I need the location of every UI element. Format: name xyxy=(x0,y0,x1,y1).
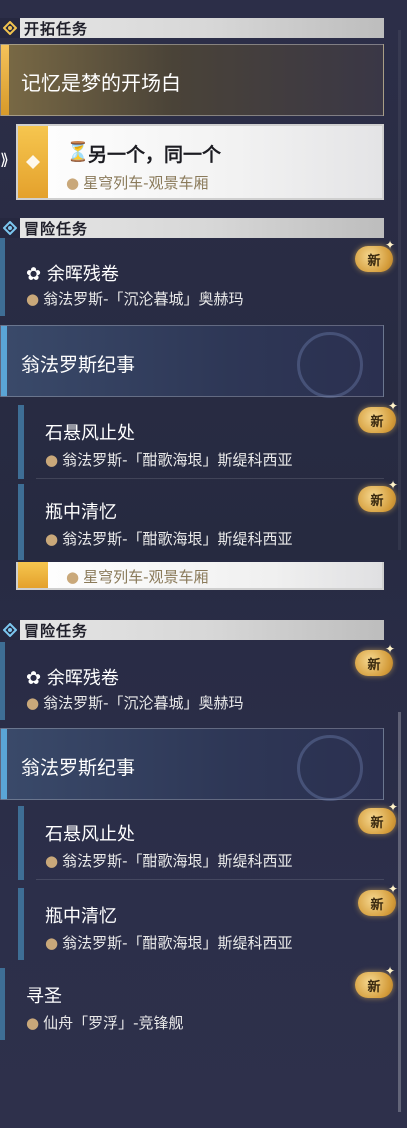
map-pin-icon: ● xyxy=(26,694,40,712)
new-badge-icon: 新 ✦ xyxy=(355,964,395,998)
new-badge-icon: 新 ✦ xyxy=(358,399,398,433)
diamond-icon xyxy=(0,218,20,238)
mission-location: ● 翁法罗斯-「沉沦暮城」奥赫玛 xyxy=(26,694,244,712)
series-header[interactable]: 翁法罗斯纪事 xyxy=(0,728,384,801)
adventure-section-header: 冒险任务 xyxy=(0,218,384,238)
mission-title: 寻圣 xyxy=(26,986,62,1007)
mission-item[interactable]: ✿ 余晖残卷 ● 翁法罗斯-「沉沦暮城」奥赫玛 新 ✦ xyxy=(0,238,395,316)
mission-emblem-icon xyxy=(18,126,48,198)
mission-location: ● 翁法罗斯-「酣歌海垠」斯缇科西亚 xyxy=(45,934,293,952)
mission-title: 瓶中清忆 xyxy=(45,906,117,927)
mission-type-icon: ✿ xyxy=(26,264,42,285)
new-badge-icon: 新 ✦ xyxy=(358,800,398,834)
new-badge-icon: 新 ✦ xyxy=(355,642,395,676)
mission-card-selected[interactable]: ⏳ 另一个，同一个 ● 星穹列车-观景车厢 xyxy=(16,124,384,200)
scrollbar-track[interactable] xyxy=(398,30,401,550)
mission-card-selected[interactable]: ● 星穹列车-观景车厢 xyxy=(16,562,384,590)
selected-arrow-icon: ⟫ xyxy=(0,150,9,169)
mission-item[interactable]: ✿ 余晖残卷 ● 翁法罗斯-「沉沦暮城」奥赫玛 新 ✦ xyxy=(0,642,395,720)
series-emblem-icon xyxy=(297,332,363,398)
mission-location: ● 翁法罗斯-「酣歌海垠」斯缇科西亚 xyxy=(45,852,293,870)
mission-emblem-icon xyxy=(18,562,48,588)
diamond-icon xyxy=(0,620,20,640)
scrollbar-thumb[interactable] xyxy=(398,712,401,1112)
section-title: 冒险任务 xyxy=(24,621,89,640)
mission-location: ● 星穹列车-观景车厢 xyxy=(66,174,209,192)
new-badge-icon: 新 ✦ xyxy=(358,478,398,512)
mission-location: ● 星穹列车-观景车厢 xyxy=(66,568,209,586)
mission-title: 瓶中清忆 xyxy=(45,502,117,523)
map-pin-icon: ● xyxy=(26,290,40,308)
gold-accent xyxy=(1,45,9,115)
hourglass-icon: ⏳ xyxy=(66,141,90,163)
map-pin-icon: ● xyxy=(45,852,59,870)
diamond-icon xyxy=(0,18,20,38)
map-pin-icon: ● xyxy=(66,174,80,192)
mission-location: ● 仙舟「罗浮」-竞锋舰 xyxy=(26,1014,184,1032)
trailblaze-section-header: 开拓任务 xyxy=(0,18,384,38)
sub-mission-item[interactable]: 石悬风止处 ● 翁法罗斯-「酣歌海垠」斯缇科西亚 新 ✦ xyxy=(18,800,398,880)
mission-type-icon: ✿ xyxy=(26,668,42,689)
mission-title: 记忆是梦的开场白 xyxy=(21,71,181,95)
sub-mission-item[interactable]: 瓶中清忆 ● 翁法罗斯-「酣歌海垠」斯缇科西亚 新 ✦ xyxy=(18,478,398,560)
series-title: 翁法罗斯纪事 xyxy=(21,757,136,779)
mission-title: ✿ 余晖残卷 xyxy=(26,668,119,689)
series-header[interactable]: 翁法罗斯纪事 xyxy=(0,325,384,398)
mission-title: 石悬风止处 xyxy=(45,824,135,845)
map-pin-icon: ● xyxy=(45,934,59,952)
map-pin-icon: ● xyxy=(26,1014,40,1032)
mission-list-top: 开拓任务 记忆是梦的开场白 ⟫ ⏳ 另一个，同一个 ● 星穹列车-观景车厢 冒险任… xyxy=(0,0,407,560)
adventure-section-header: 冒险任务 xyxy=(0,620,384,640)
new-badge-icon: 新 ✦ xyxy=(355,238,395,272)
map-pin-icon: ● xyxy=(66,568,80,586)
section-title: 开拓任务 xyxy=(24,19,89,38)
map-pin-icon: ● xyxy=(45,530,59,548)
map-pin-icon: ● xyxy=(45,451,59,469)
mission-title: 另一个，同一个 xyxy=(88,144,222,166)
mission-title: 石悬风止处 xyxy=(45,423,135,444)
mission-list-bottom: ● 星穹列车-观景车厢 冒险任务 ✿ 余晖残卷 ● 翁法罗斯-「沉沦暮城」奥赫玛 新… xyxy=(0,562,407,1128)
section-title: 冒险任务 xyxy=(24,219,89,238)
mission-card-gold[interactable]: 记忆是梦的开场白 xyxy=(0,44,384,116)
series-title: 翁法罗斯纪事 xyxy=(21,354,136,376)
mission-location: ● 翁法罗斯-「酣歌海垠」斯缇科西亚 xyxy=(45,530,293,548)
mission-location: ● 翁法罗斯-「沉沦暮城」奥赫玛 xyxy=(26,290,244,308)
new-badge-icon: 新 ✦ xyxy=(358,882,398,916)
series-emblem-icon xyxy=(297,735,363,801)
mission-location: ● 翁法罗斯-「酣歌海垠」斯缇科西亚 xyxy=(45,451,293,469)
sub-mission-item[interactable]: 石悬风止处 ● 翁法罗斯-「酣歌海垠」斯缇科西亚 新 ✦ xyxy=(18,399,398,479)
sub-mission-item[interactable]: 瓶中清忆 ● 翁法罗斯-「酣歌海垠」斯缇科西亚 新 ✦ xyxy=(18,882,398,960)
mission-title: ✿ 余晖残卷 xyxy=(26,264,119,285)
mission-item[interactable]: 寻圣 ● 仙舟「罗浮」-竞锋舰 新 ✦ xyxy=(0,964,395,1040)
